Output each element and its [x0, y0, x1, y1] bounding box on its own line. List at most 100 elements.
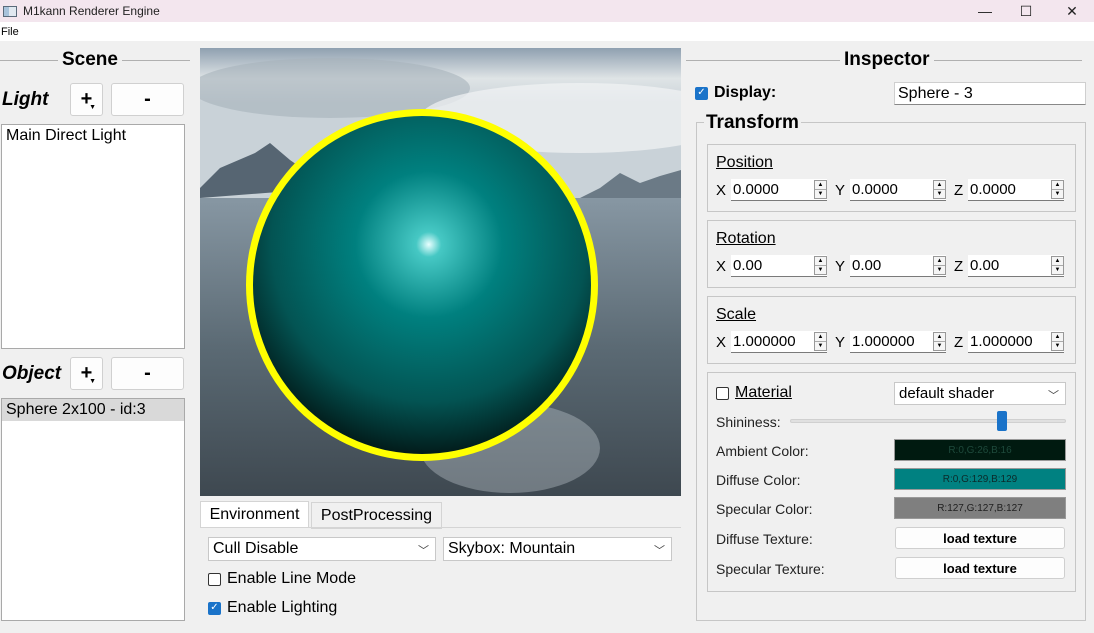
- spin-down-icon[interactable]: ▼: [934, 341, 945, 350]
- maximize-button[interactable]: ☐: [1003, 0, 1049, 22]
- light-list-item[interactable]: Main Direct Light: [2, 125, 184, 147]
- scale-x-label: X: [716, 334, 727, 351]
- inspector-title: Inspector: [844, 49, 930, 70]
- position-label: Position: [716, 154, 773, 171]
- title-bar: M1kann Renderer Engine — ☐ ✕: [0, 0, 1094, 22]
- spin-down-icon[interactable]: ▼: [1052, 189, 1063, 198]
- specular-color-label: Specular Color:: [716, 501, 813, 517]
- light-label: Light: [2, 89, 49, 110]
- scale-z-value: 1.000000: [970, 333, 1033, 350]
- material-checkbox[interactable]: [716, 386, 729, 400]
- load-diffuse-texture-button[interactable]: load texture: [895, 527, 1065, 549]
- rotation-x-label: X: [716, 258, 727, 275]
- spin-buttons[interactable]: ▲ ▼: [933, 332, 946, 351]
- spin-buttons[interactable]: ▲ ▼: [814, 256, 827, 275]
- rotation-label: Rotation: [716, 230, 776, 247]
- object-list-item[interactable]: Sphere 2x100 - id:3: [2, 399, 184, 421]
- chevron-down-icon: ﹀: [418, 545, 429, 557]
- rotation-z-label: Z: [954, 258, 964, 275]
- line-mode-row[interactable]: Enable Line Mode: [208, 570, 356, 588]
- skybox-value: Skybox: Mountain: [448, 540, 576, 557]
- scale-z-input[interactable]: 1.000000 ▲ ▼: [968, 331, 1064, 353]
- scale-label: Scale: [716, 306, 757, 323]
- ambient-color-swatch[interactable]: R:0,G:26,B:16: [894, 439, 1066, 461]
- shader-select[interactable]: default shader ﹀: [894, 382, 1066, 405]
- spin-buttons[interactable]: ▲ ▼: [1051, 180, 1064, 199]
- skybox-select[interactable]: Skybox: Mountain ﹀: [443, 537, 672, 561]
- spin-down-icon[interactable]: ▼: [934, 189, 945, 198]
- scale-frame: [707, 296, 1076, 364]
- spin-buttons[interactable]: ▲ ▼: [814, 180, 827, 199]
- menu-file[interactable]: File: [1, 26, 19, 38]
- position-z-input[interactable]: 0.0000 ▲ ▼: [968, 179, 1064, 201]
- shininess-slider-handle[interactable]: [997, 411, 1008, 431]
- material-label: Material: [735, 384, 792, 401]
- scale-y-input[interactable]: 1.000000 ▲ ▼: [850, 331, 946, 353]
- spin-buttons[interactable]: ▲ ▼: [814, 332, 827, 351]
- spin-down-icon[interactable]: ▼: [815, 341, 826, 350]
- remove-object-button[interactable]: -: [111, 357, 184, 390]
- line-mode-checkbox[interactable]: [208, 572, 221, 586]
- object-label: Object: [2, 363, 62, 384]
- add-light-button[interactable]: + ▼: [70, 83, 103, 116]
- spin-down-icon[interactable]: ▼: [815, 189, 826, 198]
- spin-up-icon[interactable]: ▲: [815, 181, 826, 189]
- scale-x-input[interactable]: 1.000000 ▲ ▼: [731, 331, 827, 353]
- rotation-z-input[interactable]: 0.00 ▲ ▼: [968, 255, 1064, 277]
- scale-y-value: 1.000000: [852, 333, 915, 350]
- tab-divider: [200, 527, 681, 528]
- sphere-object[interactable]: [253, 116, 591, 454]
- remove-light-button[interactable]: -: [111, 83, 184, 116]
- line-mode-label: Enable Line Mode: [227, 570, 356, 587]
- light-list[interactable]: Main Direct Light: [1, 124, 185, 349]
- minimize-button[interactable]: —: [962, 0, 1008, 22]
- spin-up-icon[interactable]: ▲: [934, 333, 945, 341]
- tab-environment[interactable]: Environment: [200, 501, 309, 528]
- spin-up-icon[interactable]: ▲: [1052, 257, 1063, 265]
- diffuse-color-swatch[interactable]: R:0,G:129,B:129: [894, 468, 1066, 490]
- render-viewport[interactable]: [200, 48, 681, 496]
- diffuse-texture-label: Diffuse Texture:: [716, 531, 813, 547]
- specular-color-swatch[interactable]: R:127,G:127,B:127: [894, 497, 1066, 519]
- rotation-x-input[interactable]: 0.00 ▲ ▼: [731, 255, 827, 277]
- add-object-button[interactable]: + ▼: [70, 357, 103, 390]
- spin-up-icon[interactable]: ▲: [1052, 181, 1063, 189]
- spin-down-icon[interactable]: ▼: [815, 265, 826, 274]
- spin-buttons[interactable]: ▲ ▼: [933, 256, 946, 275]
- shader-value: default shader: [899, 385, 995, 402]
- spin-up-icon[interactable]: ▲: [815, 333, 826, 341]
- rotation-y-input[interactable]: 0.00 ▲ ▼: [850, 255, 946, 277]
- spin-down-icon[interactable]: ▼: [1052, 265, 1063, 274]
- tab-postprocessing[interactable]: PostProcessing: [311, 502, 442, 529]
- spin-buttons[interactable]: ▲ ▼: [933, 180, 946, 199]
- scale-x-value: 1.000000: [733, 333, 796, 350]
- spin-buttons[interactable]: ▲ ▼: [1051, 332, 1064, 351]
- material-row[interactable]: Material: [716, 384, 792, 402]
- spin-down-icon[interactable]: ▼: [934, 265, 945, 274]
- shininess-label: Shininess:: [716, 414, 781, 430]
- chevron-down-icon: ﹀: [654, 545, 665, 557]
- load-specular-texture-button[interactable]: load texture: [895, 557, 1065, 579]
- spin-up-icon[interactable]: ▲: [1052, 333, 1063, 341]
- scale-z-label: Z: [954, 334, 964, 351]
- scene-title: Scene: [62, 49, 118, 70]
- menu-bar: File: [0, 22, 1094, 41]
- position-y-input[interactable]: 0.0000 ▲ ▼: [850, 179, 946, 201]
- position-x-input[interactable]: 0.0000 ▲ ▼: [731, 179, 827, 201]
- display-row[interactable]: ✓ Display:: [695, 84, 776, 102]
- spin-up-icon[interactable]: ▲: [815, 257, 826, 265]
- lighting-checkbox[interactable]: ✓: [208, 601, 221, 615]
- cull-mode-select[interactable]: Cull Disable ﹀: [208, 537, 436, 561]
- close-button[interactable]: ✕: [1049, 0, 1094, 22]
- spin-up-icon[interactable]: ▲: [934, 257, 945, 265]
- spin-down-icon[interactable]: ▼: [1052, 341, 1063, 350]
- shininess-slider[interactable]: [790, 419, 1066, 423]
- rotation-y-value: 0.00: [852, 257, 882, 274]
- spin-buttons[interactable]: ▲ ▼: [1051, 256, 1064, 275]
- object-list[interactable]: Sphere 2x100 - id:3: [1, 398, 185, 621]
- object-name-field[interactable]: Sphere - 3: [894, 82, 1086, 105]
- spin-up-icon[interactable]: ▲: [934, 181, 945, 189]
- position-z-value: 0.0000: [970, 181, 1016, 198]
- lighting-row[interactable]: ✓ Enable Lighting: [208, 599, 337, 617]
- display-checkbox[interactable]: ✓: [695, 86, 708, 100]
